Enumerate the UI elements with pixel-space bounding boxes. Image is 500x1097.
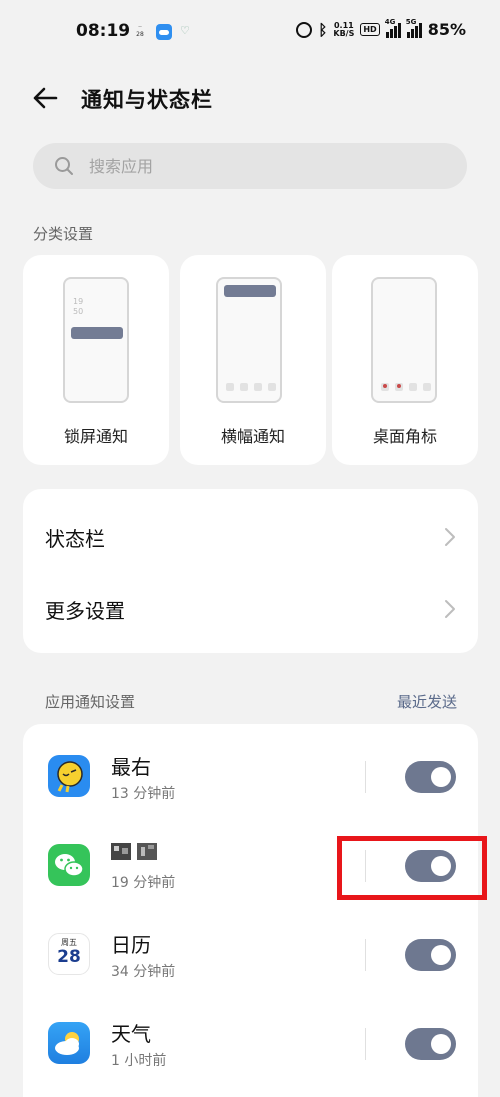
app-list-card: 最右 13 分钟前 19 分钟前 周五 28 日历 34 分钟前 天气 1 小时…	[23, 724, 478, 1097]
menu-item-status-bar[interactable]: 状态栏	[23, 501, 478, 573]
alarm-icon	[296, 21, 313, 38]
app-last-time: 19 分钟前	[111, 875, 176, 891]
search-bar[interactable]	[33, 143, 467, 189]
status-time: 08:19	[76, 21, 131, 41]
sort-recent-button[interactable]: 最近发送	[397, 691, 457, 712]
bluetooth-icon: ᛒ	[318, 20, 328, 39]
hd-voice-icon: HD	[360, 23, 380, 36]
banner-preview	[216, 277, 282, 403]
app-last-time: 1 小时前	[111, 1053, 167, 1069]
redacted-name-icon	[111, 843, 157, 860]
notification-toggle[interactable]	[405, 939, 456, 971]
app-last-time: 34 分钟前	[111, 964, 176, 980]
banner-label: 横幅通知	[220, 427, 285, 446]
menu-item-more-settings[interactable]: 更多设置	[23, 573, 478, 645]
app-last-time: 13 分钟前	[111, 786, 176, 802]
search-icon	[55, 157, 73, 175]
notification-toggle[interactable]	[405, 1028, 456, 1060]
back-arrow-icon[interactable]	[32, 86, 58, 110]
app-row-calendar[interactable]: 周五 28 日历 34 分钟前	[23, 917, 478, 1006]
health-notification-icon: ♡	[180, 24, 190, 37]
menu-item-label: 更多设置	[45, 599, 125, 623]
network-speed: 0.11 KB/S	[333, 20, 355, 38]
menu-item-label: 状态栏	[45, 527, 105, 551]
app-row-zuiyou[interactable]: 最右 13 分钟前	[23, 739, 478, 828]
search-input[interactable]	[89, 143, 449, 189]
chevron-right-icon	[445, 528, 455, 546]
status-icons: ᛒ 0.11 KB/S HD 4G 5G 85%	[296, 18, 466, 39]
wechat-app-icon	[48, 844, 90, 886]
signal-4g-icon: 4G	[385, 18, 401, 38]
battery-level: 85%	[427, 20, 466, 39]
signal-5g-icon: 5G	[406, 18, 422, 38]
zuiyou-app-icon	[48, 755, 90, 797]
status-bar: 08:19 ·· 28 ♡ ᛒ 0.11 KB/S HD 4G 5G 85%	[0, 0, 500, 64]
chevron-right-icon	[445, 600, 455, 618]
app-row-weather[interactable]: 天气 1 小时前	[23, 1006, 478, 1095]
app-name: 天气	[111, 1022, 151, 1046]
app-name-pixelated	[111, 840, 159, 867]
weather-notification-icon	[156, 24, 172, 40]
lock-preview-minute: 50	[73, 307, 84, 316]
app-name: 最右	[111, 755, 151, 779]
app-name: 日历	[111, 933, 151, 957]
notification-toggle[interactable]	[405, 761, 456, 793]
badge-label: 桌面角标	[372, 427, 437, 446]
lock-preview-hour: 19	[73, 297, 84, 306]
app-notifications-section-label: 应用通知设置	[45, 693, 136, 711]
banner-notification-card[interactable]: 横幅通知	[180, 255, 326, 465]
highlight-annotation-box	[337, 836, 487, 900]
lock-screen-notification-card[interactable]: 19 50 锁屏通知	[23, 255, 169, 465]
page-title: 通知与状态栏	[81, 88, 213, 112]
badge-preview	[371, 277, 437, 403]
weather-app-icon	[48, 1022, 90, 1064]
category-section-label: 分类设置	[33, 225, 94, 243]
lock-screen-preview: 19 50	[63, 277, 129, 403]
calendar-app-icon: 周五 28	[48, 933, 90, 975]
settings-menu-card: 状态栏 更多设置	[23, 489, 478, 653]
app-badge-card[interactable]: 桌面角标	[332, 255, 478, 465]
lock-screen-label: 锁屏通知	[63, 427, 128, 446]
date-notification-icon: ·· 28	[136, 24, 144, 38]
